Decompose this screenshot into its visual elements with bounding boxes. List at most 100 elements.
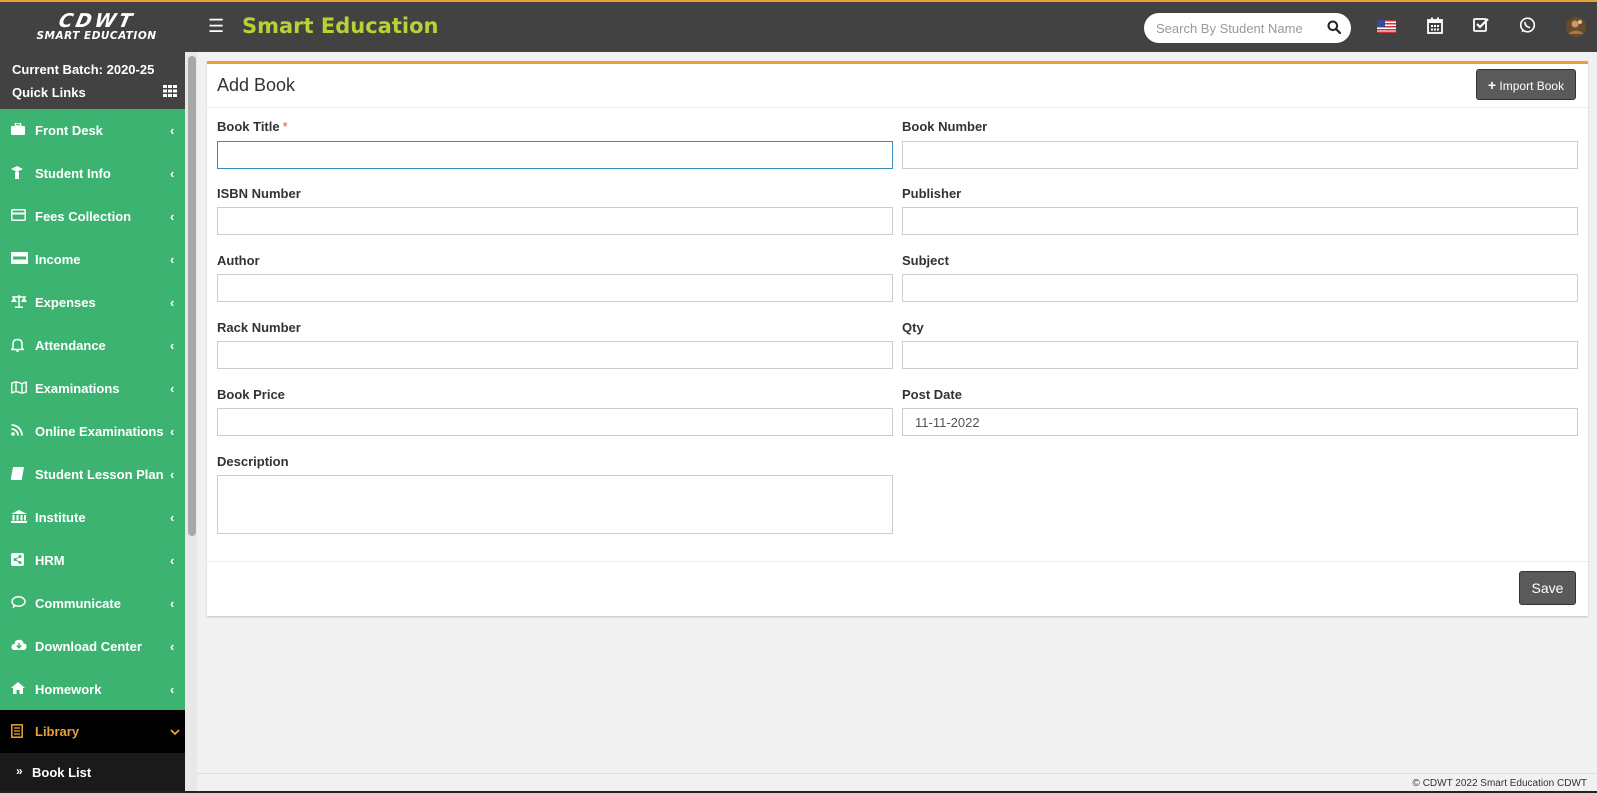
search-icon[interactable] <box>1327 20 1342 39</box>
sidebar-item-front-desk[interactable]: Front Desk ‹ <box>0 109 193 152</box>
hamburger-menu-icon[interactable]: ☰ <box>208 16 224 37</box>
sidebar-item-institute[interactable]: Institute ‹ <box>0 496 193 539</box>
chevron-left-icon: ‹ <box>170 639 175 654</box>
post-date-input[interactable] <box>902 408 1578 436</box>
sidebar-item-online-examinations[interactable]: Online Examinations ‹ <box>0 410 193 453</box>
current-batch-label: Current Batch: 2020-25 <box>12 62 155 77</box>
chevron-left-icon: ‹ <box>170 424 175 439</box>
calendar-icon[interactable] <box>1427 17 1443 39</box>
chevron-left-icon: ‹ <box>170 510 175 525</box>
chevron-left-icon: ‹ <box>170 123 175 138</box>
sidebar-item-fees-collection[interactable]: Fees Collection ‹ <box>0 195 193 238</box>
sidebar-item-homework[interactable]: Homework ‹ <box>0 668 193 711</box>
library-book-icon <box>11 724 23 741</box>
student-search-input[interactable] <box>1156 19 1321 37</box>
chevron-left-icon: ‹ <box>170 467 175 482</box>
visa-card-icon <box>11 252 28 267</box>
share-icon <box>11 553 24 569</box>
sidebar-item-label: Download Center <box>35 639 142 654</box>
add-book-panel: Add Book + Import Book Book Title * Book … <box>207 61 1588 616</box>
book-title-label-text: Book Title <box>217 119 280 134</box>
map-icon <box>11 381 27 397</box>
sidebar-item-download-center[interactable]: Download Center ‹ <box>0 625 193 668</box>
credit-card-icon <box>11 209 26 224</box>
quick-links-label[interactable]: Quick Links <box>12 85 86 100</box>
publisher-input[interactable] <box>902 207 1578 235</box>
sidebar-item-communicate[interactable]: Communicate ‹ <box>0 582 193 625</box>
rack-number-input[interactable] <box>217 341 893 369</box>
required-marker: * <box>282 119 288 134</box>
whatsapp-icon[interactable] <box>1519 17 1536 39</box>
sidebar-item-label: HRM <box>35 553 65 568</box>
balance-scale-icon <box>11 295 27 311</box>
sidebar-item-label: Communicate <box>35 596 121 611</box>
publisher-label: Publisher <box>902 186 962 201</box>
subject-label: Subject <box>902 253 949 268</box>
rss-icon <box>11 424 23 439</box>
briefcase-icon <box>11 122 25 138</box>
sidebar-item-income[interactable]: Income ‹ <box>0 238 193 281</box>
chevron-left-icon: ‹ <box>170 381 175 396</box>
batch-panel: Current Batch: 2020-25 Quick Links <box>0 52 197 109</box>
description-label: Description <box>217 454 289 469</box>
double-chevron-right-icon: » <box>16 764 23 778</box>
book-title-input[interactable] <box>217 141 893 169</box>
sidebar-item-examinations[interactable]: Examinations ‹ <box>0 367 193 410</box>
qty-label: Qty <box>902 320 924 335</box>
sidebar-item-student-lesson-plan[interactable]: Student Lesson Plan ‹ <box>0 453 193 496</box>
author-input[interactable] <box>217 274 893 302</box>
cloud-download-icon <box>11 639 27 654</box>
import-book-label: Import Book <box>1499 78 1565 93</box>
book-number-input[interactable] <box>902 141 1578 169</box>
copyright-text: © CDWT 2022 Smart Education CDWT <box>1412 778 1587 789</box>
sidebar-item-label: Online Examinations <box>35 424 164 439</box>
student-icon <box>11 166 23 182</box>
bell-icon <box>9 338 26 355</box>
panel-footer-divider <box>207 561 1588 562</box>
description-textarea[interactable] <box>217 475 893 534</box>
sidebar-item-hrm[interactable]: HRM ‹ <box>0 539 193 582</box>
home-icon <box>11 682 25 697</box>
plus-icon: + <box>1487 76 1497 93</box>
comments-icon <box>11 596 26 612</box>
subject-input[interactable] <box>902 274 1578 302</box>
sidebar-item-student-info[interactable]: Student Info ‹ <box>0 152 193 195</box>
rack-number-label: Rack Number <box>217 320 301 335</box>
chevron-left-icon: ‹ <box>170 166 175 181</box>
sidebar: Current Batch: 2020-25 Quick Links Front… <box>0 52 197 793</box>
chevron-left-icon: ‹ <box>170 553 175 568</box>
sidebar-item-label: Examinations <box>35 381 120 396</box>
sidebar-subitem-book-list[interactable]: » Book List <box>0 753 193 793</box>
post-date-label: Post Date <box>902 387 962 402</box>
sidebar-item-label: Student Info <box>35 166 111 181</box>
logo-mark: CDWT <box>56 10 137 32</box>
qty-input[interactable] <box>902 341 1578 369</box>
isbn-number-label: ISBN Number <box>217 186 301 201</box>
student-search-box <box>1144 13 1351 43</box>
flag-us-icon[interactable] <box>1377 20 1396 38</box>
panel-header-divider <box>207 107 1588 108</box>
app-title: Smart Education <box>242 14 439 38</box>
sidebar-item-label: Attendance <box>35 338 106 353</box>
bank-icon <box>11 510 27 526</box>
book-price-input[interactable] <box>217 408 893 436</box>
book-price-label: Book Price <box>217 387 285 402</box>
isbn-number-input[interactable] <box>217 207 893 235</box>
save-button[interactable]: Save <box>1519 571 1576 605</box>
sidebar-item-label: Institute <box>35 510 86 525</box>
sidebar-item-library[interactable]: Library <box>0 710 193 753</box>
sidebar-item-attendance[interactable]: Attendance ‹ <box>0 324 193 367</box>
chevron-left-icon: ‹ <box>170 209 175 224</box>
sidebar-item-label: Library <box>35 724 80 739</box>
import-book-button[interactable]: + Import Book <box>1476 69 1576 100</box>
sidebar-item-label: Front Desk <box>35 123 103 138</box>
sidebar-item-label: Student Lesson Plan <box>35 467 164 482</box>
sidebar-item-expenses[interactable]: Expenses ‹ <box>0 281 193 324</box>
sidebar-scrollbar-thumb[interactable] <box>188 56 196 536</box>
author-label: Author <box>217 253 260 268</box>
checkbox-icon[interactable] <box>1473 17 1490 38</box>
brand-logo[interactable]: CDWT SMART EDUCATION <box>0 2 193 52</box>
quick-links-grid-icon[interactable] <box>163 84 177 102</box>
user-avatar-icon[interactable] <box>1565 16 1587 43</box>
book-icon <box>11 467 24 483</box>
